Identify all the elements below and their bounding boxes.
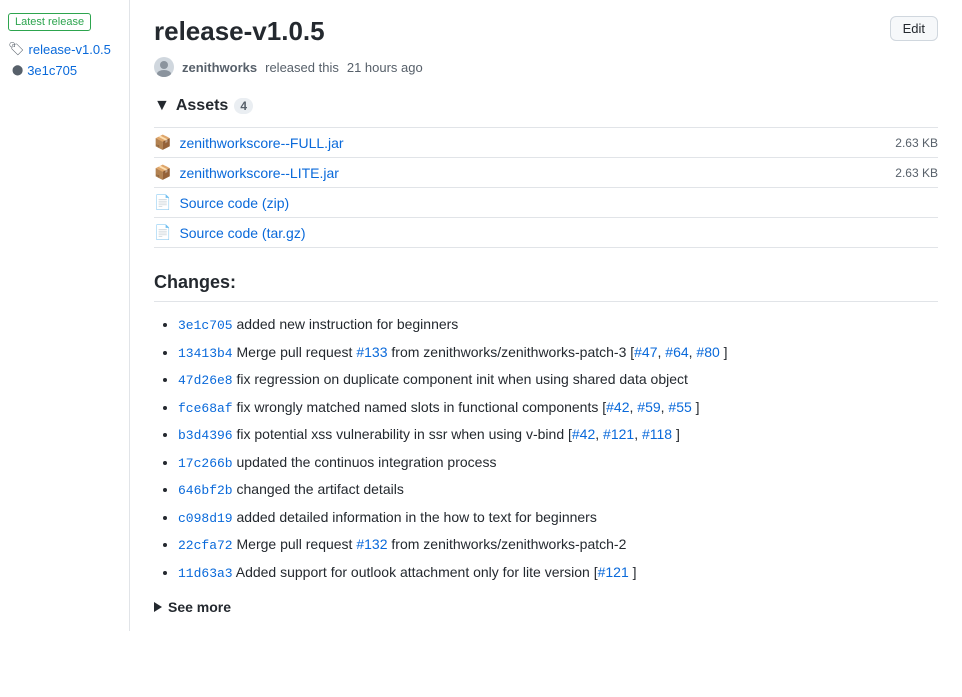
asset-size: 2.63 KB [895, 136, 938, 150]
commit-message: changed the artifact details [237, 481, 404, 497]
commit-hash-link[interactable]: fce68af [178, 401, 233, 416]
asset-file-icon: 📄 [154, 194, 171, 211]
commit-message: fix potential xss vulnerability in ssr w… [237, 426, 572, 442]
edit-button[interactable]: Edit [890, 16, 938, 41]
commit-message: updated the continuos integration proces… [237, 454, 497, 470]
asset-link[interactable]: zenithworkscore--FULL.jar [179, 135, 343, 151]
asset-list: 📦 zenithworkscore--FULL.jar 2.63 KB 📦 zenith… [154, 127, 938, 248]
asset-left: 📄 Source code (tar.gz) [154, 224, 306, 241]
commit-hash-link[interactable]: b3d4396 [178, 428, 233, 443]
issue-link[interactable]: #42 [606, 399, 629, 415]
asset-left: 📦 zenithworkscore--LITE.jar [154, 164, 339, 181]
commit-message: Merge pull request [237, 344, 357, 360]
change-item: 11d63a3 Added support for outlook attach… [178, 562, 938, 584]
commit-hash-link[interactable]: 11d63a3 [178, 566, 233, 581]
asset-file-icon: 📦 [154, 134, 171, 151]
issue-link[interactable]: #42 [572, 426, 595, 442]
assets-header[interactable]: ▼ Assets 4 [154, 97, 938, 115]
see-more-label: See more [168, 599, 231, 615]
asset-row: 📄 Source code (zip) [154, 187, 938, 217]
commit-hash-link[interactable]: 47d26e8 [178, 373, 233, 388]
triangle-right-icon [154, 602, 162, 612]
issue-link[interactable]: #80 [696, 344, 719, 360]
tag-icon: 🏷 [8, 41, 25, 57]
commit-hash-link[interactable]: c098d19 [178, 511, 233, 526]
asset-left: 📦 zenithworkscore--FULL.jar [154, 134, 344, 151]
latest-release-badge: Latest release [8, 13, 91, 31]
asset-row: 📦 zenithworkscore--LITE.jar 2.63 KB [154, 157, 938, 187]
change-item: fce68af fix wrongly matched named slots … [178, 397, 938, 419]
change-item: 17c266b updated the continuos integratio… [178, 452, 938, 474]
author-link[interactable]: zenithworks [182, 60, 257, 75]
issue-link[interactable]: #121 [598, 564, 629, 580]
issue-link[interactable]: #55 [668, 399, 691, 415]
main-content: release-v1.0.5 Edit zenithworks released… [130, 0, 962, 631]
see-more[interactable]: See more [154, 599, 938, 615]
asset-row: 📄 Source code (tar.gz) [154, 217, 938, 248]
commit-message: fix regression on duplicate component in… [237, 371, 688, 387]
sidebar-commit-label: 3e1c705 [27, 63, 77, 78]
assets-section: ▼ Assets 4 📦 zenithworkscore--FULL.jar 2.6… [154, 97, 938, 248]
change-item: 3e1c705 added new instruction for beginn… [178, 314, 938, 336]
commit-message: Added support for outlook attachment onl… [236, 564, 598, 580]
commit-message: added new instruction for beginners [237, 316, 459, 332]
asset-file-icon: 📦 [154, 164, 171, 181]
release-meta: zenithworks released this 21 hours ago [154, 57, 938, 77]
asset-link[interactable]: zenithworkscore--LITE.jar [179, 165, 339, 181]
change-item: 47d26e8 fix regression on duplicate comp… [178, 369, 938, 391]
release-title: release-v1.0.5 [154, 16, 325, 47]
change-list: 3e1c705 added new instruction for beginn… [154, 314, 938, 583]
time-text: 21 hours ago [347, 60, 423, 75]
commit-message: added detailed information in the how to… [237, 509, 597, 525]
asset-row: 📦 zenithworkscore--FULL.jar 2.63 KB [154, 127, 938, 157]
changes-section: Changes: 3e1c705 added new instruction f… [154, 272, 938, 615]
commit-hash-link[interactable]: 22cfa72 [178, 538, 233, 553]
pr-link[interactable]: #132 [356, 536, 387, 552]
asset-file-icon: 📄 [154, 224, 171, 241]
asset-link[interactable]: Source code (tar.gz) [179, 225, 305, 241]
avatar [154, 57, 174, 77]
commit-hash-link[interactable]: 646bf2b [178, 483, 233, 498]
change-item: c098d19 added detailed information in th… [178, 507, 938, 529]
assets-chevron: ▼ [154, 97, 170, 115]
assets-title: Assets [176, 97, 228, 115]
changes-title: Changes: [154, 272, 938, 302]
commit-hash-link[interactable]: 17c266b [178, 456, 233, 471]
sidebar-commit[interactable]: ⬤ 3e1c705 [12, 63, 121, 78]
asset-link[interactable]: Source code (zip) [179, 195, 289, 211]
change-item: 22cfa72 Merge pull request #132 from zen… [178, 534, 938, 556]
asset-size: 2.63 KB [895, 166, 938, 180]
change-item: 646bf2b changed the artifact details [178, 479, 938, 501]
assets-count: 4 [234, 98, 253, 114]
pr-link[interactable]: #133 [356, 344, 387, 360]
commit-hash-link[interactable]: 13413b4 [178, 346, 233, 361]
commit-icon: ⬤ [12, 65, 23, 76]
asset-left: 📄 Source code (zip) [154, 194, 289, 211]
release-header: release-v1.0.5 Edit [154, 16, 938, 47]
commit-message: fix wrongly matched named slots in funct… [237, 399, 607, 415]
sidebar-tag-label: release-v1.0.5 [29, 42, 111, 57]
sidebar-tag[interactable]: 🏷 release-v1.0.5 [8, 41, 121, 57]
commit-hash-link[interactable]: 3e1c705 [178, 318, 233, 333]
sidebar: Latest release 🏷 release-v1.0.5 ⬤ 3e1c70… [0, 0, 130, 631]
commit-message: Merge pull request [237, 536, 357, 552]
issue-link[interactable]: #47 [634, 344, 657, 360]
issue-link[interactable]: #64 [665, 344, 688, 360]
released-text: released this [265, 60, 339, 75]
change-item: 13413b4 Merge pull request #133 from zen… [178, 342, 938, 364]
issue-link[interactable]: #121 [603, 426, 634, 442]
issue-link[interactable]: #118 [642, 426, 672, 442]
issue-link[interactable]: #59 [637, 399, 660, 415]
change-item: b3d4396 fix potential xss vulnerability … [178, 424, 938, 446]
